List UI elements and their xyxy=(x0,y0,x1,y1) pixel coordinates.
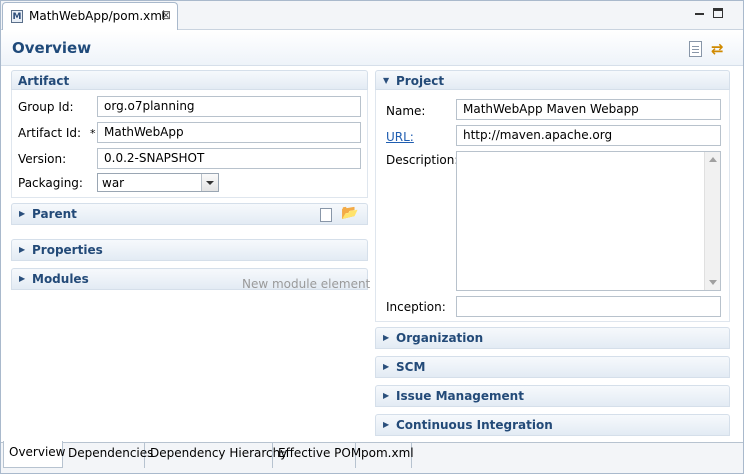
description-label: Description: xyxy=(386,153,459,167)
scroll-up-icon[interactable] xyxy=(709,157,717,162)
form-header xyxy=(0,31,744,66)
artifact-id-label: Artifact Id: xyxy=(18,126,82,140)
create-parent-icon[interactable] xyxy=(320,208,332,222)
maven-file-icon: M xyxy=(11,10,23,23)
url-link[interactable]: URL: xyxy=(386,130,414,144)
project-section-header[interactable]: ▼ Project xyxy=(375,70,730,90)
show-advanced-icon[interactable] xyxy=(689,41,702,57)
tab-overview[interactable]: Overview xyxy=(3,441,66,468)
chevron-down-icon[interactable] xyxy=(201,174,218,191)
artifact-section-header[interactable]: Artifact xyxy=(11,70,368,90)
maximize-icon[interactable] xyxy=(712,7,726,21)
organization-section-header[interactable]: ▶ Organization xyxy=(375,327,730,349)
group-id-input[interactable]: org.o7planning xyxy=(97,96,361,117)
editor-tab-pom[interactable]: M MathWebApp/pom.xml ⊠ xyxy=(2,2,178,30)
new-module-hint[interactable]: New module element xyxy=(242,277,370,291)
group-id-label: Group Id: xyxy=(18,100,74,114)
parent-section-title: Parent xyxy=(32,207,77,221)
continuous-integration-section-title: Continuous Integration xyxy=(396,418,553,432)
caret-right-icon: ▶ xyxy=(19,209,26,218)
page-title: Overview xyxy=(12,39,92,57)
description-textarea[interactable] xyxy=(456,151,721,291)
caret-right-icon: ▶ xyxy=(383,391,390,400)
caret-right-icon: ▶ xyxy=(19,274,26,283)
packaging-label: Packaging: xyxy=(18,176,83,190)
name-label: Name: xyxy=(386,104,426,118)
caret-right-icon: ▶ xyxy=(383,420,390,429)
modules-section-title: Modules xyxy=(32,272,89,286)
required-marker: * xyxy=(90,127,96,140)
parent-section-header[interactable]: ▶ Parent xyxy=(11,203,368,225)
tab-dependencies[interactable]: Dependencies xyxy=(63,442,153,468)
caret-right-icon: ▶ xyxy=(19,245,26,254)
close-icon[interactable]: ⊠ xyxy=(161,8,171,22)
tab-pom-xml[interactable]: pom.xml xyxy=(356,442,414,468)
editor-tab-title: MathWebApp/pom.xml xyxy=(29,9,166,23)
url-input[interactable]: http://maven.apache.org xyxy=(456,125,721,146)
inception-input[interactable] xyxy=(456,296,721,317)
caret-down-icon: ▼ xyxy=(383,76,390,85)
refresh-icon[interactable]: ⇄ xyxy=(711,40,724,58)
artifact-section-title: Artifact xyxy=(18,74,70,88)
continuous-integration-section-header[interactable]: ▶ Continuous Integration xyxy=(375,414,730,436)
properties-section-title: Properties xyxy=(32,243,103,257)
version-label: Version: xyxy=(18,152,67,166)
scm-section-title: SCM xyxy=(396,360,426,374)
scm-section-header[interactable]: ▶ SCM xyxy=(375,356,730,378)
packaging-value: war xyxy=(102,176,125,190)
version-input[interactable]: 0.0.2-SNAPSHOT xyxy=(97,148,361,169)
folder-icon[interactable]: 📂 xyxy=(341,205,358,221)
minimize-icon[interactable] xyxy=(693,7,707,21)
caret-right-icon: ▶ xyxy=(383,333,390,342)
packaging-select[interactable]: war xyxy=(97,173,219,192)
scroll-down-icon[interactable] xyxy=(709,280,717,285)
tab-effective-pom[interactable]: Effective POM xyxy=(273,442,361,468)
name-input[interactable]: MathWebApp Maven Webapp xyxy=(456,99,721,120)
tab-dependency-hierarchy[interactable]: Dependency Hierarchy xyxy=(145,442,287,468)
artifact-id-input[interactable]: MathWebApp xyxy=(97,122,361,143)
project-section-title: Project xyxy=(396,74,445,88)
organization-section-title: Organization xyxy=(396,331,484,345)
description-scrollbar[interactable] xyxy=(704,152,720,290)
issue-management-section-header[interactable]: ▶ Issue Management xyxy=(375,385,730,407)
properties-section-header[interactable]: ▶ Properties xyxy=(11,239,368,261)
caret-right-icon: ▶ xyxy=(383,362,390,371)
issue-management-section-title: Issue Management xyxy=(396,389,524,403)
inception-label: Inception: xyxy=(386,300,446,314)
